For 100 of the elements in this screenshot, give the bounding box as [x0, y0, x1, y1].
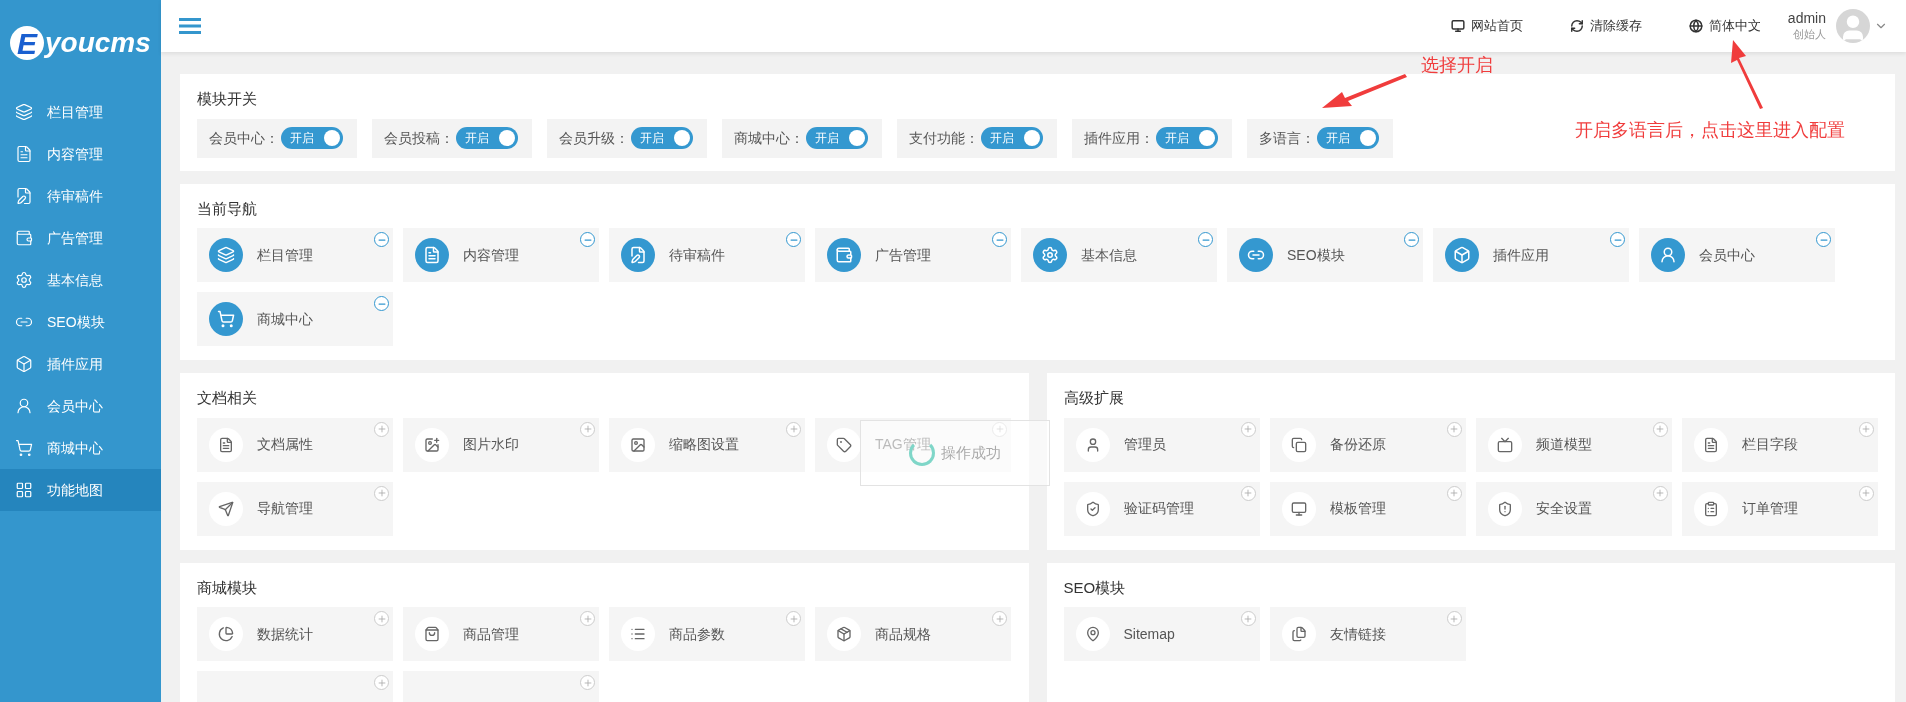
add-icon[interactable] — [580, 611, 595, 626]
switch-label: 会员升级： — [559, 128, 629, 148]
nav-tile[interactable]: 管理员 — [1063, 417, 1260, 472]
add-icon[interactable] — [1446, 485, 1462, 501]
tile-icon — [209, 302, 243, 336]
nav-tile[interactable]: 导航管理 — [197, 481, 393, 536]
add-icon[interactable] — [374, 485, 389, 501]
tile-label: 待审稿件 — [669, 245, 725, 265]
avatar[interactable] — [1836, 9, 1870, 43]
nav-tile[interactable]: 插件应用 — [1433, 228, 1629, 282]
tile-label: 基本信息 — [1081, 245, 1137, 265]
nav-tile[interactable]: 模板管理 — [1269, 481, 1466, 536]
tile-label: 订单管理 — [1741, 499, 1798, 518]
tile-icon — [621, 238, 655, 272]
panel-title: 高级扩展 — [1063, 388, 1124, 408]
nav-tile[interactable]: Sitemap — [1063, 607, 1260, 661]
add-icon[interactable] — [1240, 485, 1256, 501]
panel-title: 文档相关 — [197, 388, 257, 408]
remove-icon[interactable] — [374, 296, 389, 311]
monitor-icon — [1450, 19, 1465, 33]
nav-tile[interactable]: 栏目管理 — [197, 228, 393, 282]
tile-icon — [621, 617, 655, 651]
add-icon[interactable] — [1858, 421, 1874, 437]
panel-title: 模块开关 — [197, 89, 257, 109]
tile-icon — [621, 427, 655, 462]
tile-icon — [209, 427, 243, 462]
tile-icon — [1281, 491, 1316, 526]
tile-icon — [827, 238, 861, 272]
nav-tile[interactable]: 友情链接 — [1269, 607, 1466, 661]
nav-tile[interactable]: 文档属性 — [197, 417, 393, 472]
nav-tile[interactable]: 频道模型 — [1475, 417, 1672, 472]
add-icon[interactable] — [1240, 611, 1256, 626]
tile-icon — [1239, 238, 1273, 272]
toast-message: 操作成功 — [941, 442, 1001, 463]
remove-icon[interactable] — [786, 232, 801, 247]
add-icon[interactable] — [1652, 421, 1668, 437]
add-icon[interactable] — [580, 675, 595, 690]
add-icon[interactable] — [374, 675, 389, 690]
remove-icon[interactable] — [1404, 232, 1419, 247]
nav-tile[interactable]: 栏目字段 — [1681, 417, 1878, 472]
nav-tile[interactable]: 广告管理 — [815, 228, 1011, 282]
tile-icon — [415, 617, 449, 651]
nav-tile[interactable]: 内容管理 — [403, 228, 599, 282]
add-icon[interactable] — [1446, 611, 1462, 626]
header-link[interactable]: 网站首页 — [1450, 16, 1523, 36]
tile-icon — [1281, 427, 1316, 462]
annotation-text: 选择开启 — [1421, 54, 1493, 77]
add-icon[interactable] — [992, 611, 1007, 626]
tile-label: 商品参数 — [669, 624, 725, 644]
add-icon[interactable] — [1446, 421, 1462, 437]
add-icon[interactable] — [1240, 421, 1256, 437]
nav-tile[interactable]: 备份还原 — [1269, 417, 1466, 472]
tile-icon — [1075, 491, 1110, 526]
nav-tile[interactable]: 图片水印 — [403, 417, 599, 472]
tile-label: 备份还原 — [1329, 435, 1386, 454]
tile-label: 商品规格 — [875, 624, 931, 644]
sidebar-item[interactable]: 功能地图 — [0, 469, 161, 511]
nav-tile[interactable]: 数据统计 — [197, 607, 393, 661]
nav-tile[interactable]: 基本信息 — [1021, 228, 1217, 282]
header-link[interactable]: 简体中文 — [1688, 16, 1761, 36]
tile-icon — [1487, 491, 1522, 526]
add-icon[interactable] — [1652, 485, 1668, 501]
nav-tile[interactable]: 验证码管理 — [1063, 481, 1260, 536]
remove-icon[interactable] — [580, 232, 595, 247]
switch-label: 商城中心： — [734, 128, 804, 148]
add-icon[interactable] — [374, 421, 389, 437]
nav-tile[interactable]: 待审稿件 — [609, 228, 805, 282]
panel-title: 商城模块 — [197, 577, 257, 598]
nav-tile[interactable]: 商品参数 — [609, 607, 805, 661]
remove-icon[interactable] — [374, 232, 389, 247]
add-icon[interactable] — [580, 421, 595, 437]
add-icon[interactable] — [1858, 485, 1874, 501]
remove-icon[interactable] — [1610, 232, 1625, 247]
nav-tile[interactable]: SEO模块 — [1227, 228, 1423, 282]
add-icon[interactable] — [374, 611, 389, 626]
nav-tile[interactable]: 商品规格 — [815, 607, 1011, 661]
tile-icon — [1445, 238, 1479, 272]
nav-tile[interactable]: 商品管理 — [403, 607, 599, 661]
tile-icon — [415, 238, 449, 272]
tile-label: 模板管理 — [1329, 499, 1386, 518]
add-icon[interactable] — [786, 611, 801, 626]
remove-icon[interactable] — [1816, 232, 1831, 247]
add-icon[interactable] — [786, 421, 801, 437]
nav-tile[interactable]: 缩略图设置 — [609, 417, 805, 472]
panel-title: 当前导航 — [197, 198, 257, 219]
header-link[interactable]: 清除缓存 — [1569, 16, 1642, 36]
nav-tile[interactable]: 安全设置 — [1475, 481, 1672, 536]
tile-label: 栏目字段 — [1741, 435, 1798, 454]
globe-icon — [1688, 19, 1703, 33]
switch-label: 多语言： — [1259, 128, 1315, 148]
tile-icon — [1075, 427, 1110, 462]
tile-label: SEO模块 — [1287, 245, 1345, 265]
remove-icon[interactable] — [1198, 232, 1213, 247]
tile-label: Sitemap — [1123, 624, 1175, 644]
nav-tile[interactable]: 会员中心 — [1639, 228, 1835, 282]
tile-label: 内容管理 — [463, 245, 519, 265]
switch-label: 插件应用： — [1084, 128, 1154, 148]
nav-tile[interactable]: 订单管理 — [1681, 481, 1878, 536]
nav-tile[interactable]: 商城中心 — [197, 292, 393, 346]
remove-icon[interactable] — [992, 232, 1007, 247]
